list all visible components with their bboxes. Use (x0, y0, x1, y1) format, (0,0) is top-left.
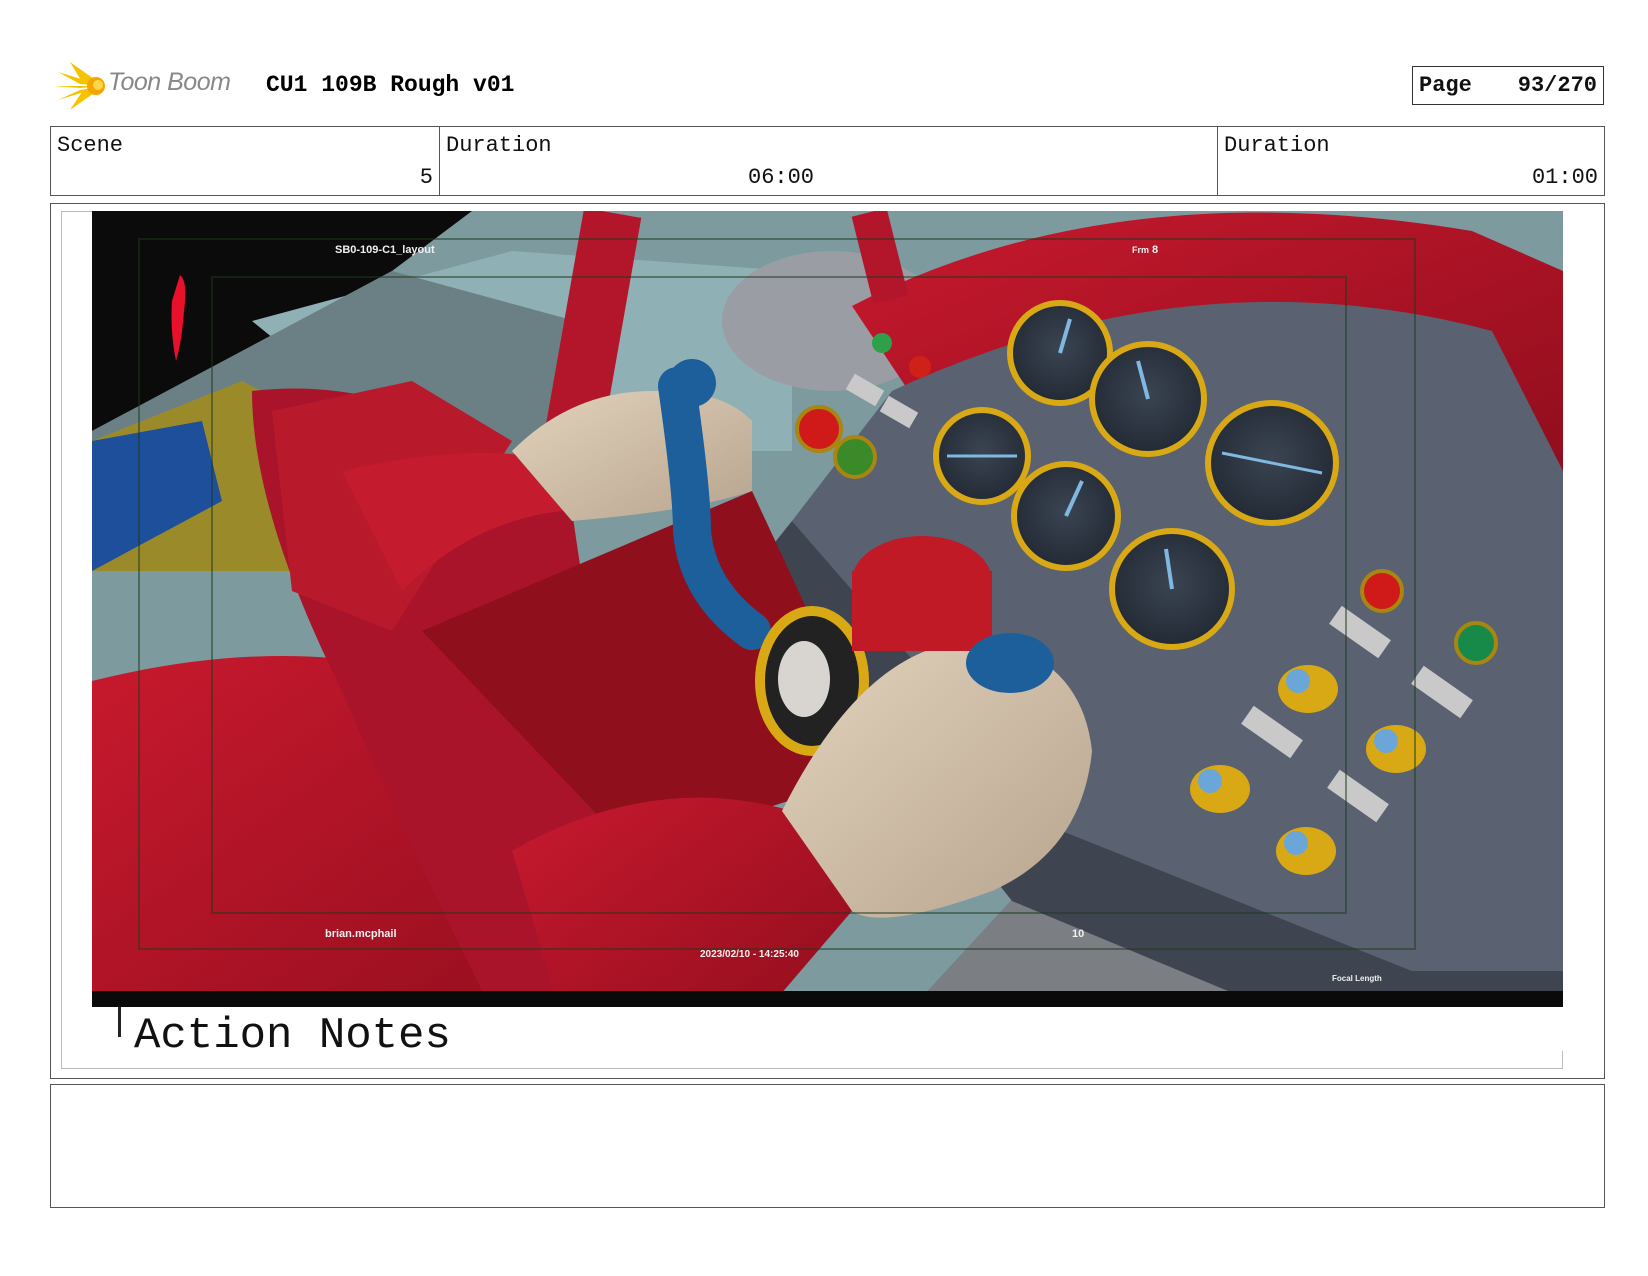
green-indicator (872, 333, 892, 353)
overlay-timestamp: 2023/02/10 - 14:25:40 (700, 949, 799, 960)
throttle-blue-cap (966, 633, 1054, 693)
gauge-6 (1109, 528, 1235, 650)
overlay-layout-name: SB0-109-C1_layout (335, 244, 435, 256)
overlay-focal-label: Focal Length (1332, 974, 1382, 983)
gauge-4 (933, 407, 1031, 505)
frame-bottom-bar (92, 991, 1563, 1007)
gauge-5 (1011, 461, 1121, 571)
logo-text: Toon Boom (108, 68, 231, 96)
storyboard-frame: SB0-109-C1_layout Frm 8 brian.mcphail 20… (92, 211, 1563, 1051)
page-indicator: Page 93/270 (1412, 66, 1604, 105)
action-notes-box (50, 1084, 1605, 1208)
cockpit-illustration: SB0-109-C1_layout Frm 8 brian.mcphail 20… (92, 211, 1563, 1051)
scene-label: Scene (57, 133, 124, 158)
green-button-right (1454, 621, 1498, 665)
panel-duration-cell: Duration 06:00 (440, 127, 1218, 195)
panel-duration-value: 06:00 (748, 165, 815, 190)
overlay-frame-label: Frm (1132, 245, 1149, 255)
overlay-focal-number: 10 (1072, 928, 1084, 940)
notes-cursor (118, 1007, 121, 1037)
scene-info-row: Scene 5 Duration 06:00 Duration 01:00 (50, 126, 1605, 196)
red-button-right (1360, 569, 1404, 613)
red-indicator (909, 356, 931, 378)
scene-value: 5 (419, 165, 433, 190)
red-button (795, 405, 843, 453)
page-label: Page (1419, 73, 1472, 98)
overlay-user-name: brian.mcphail (325, 928, 397, 940)
green-button (833, 435, 877, 479)
scene-duration-label: Duration (1224, 133, 1330, 158)
scene-cell: Scene 5 (51, 127, 440, 195)
panel-duration-label: Duration (446, 133, 552, 158)
gauge-2 (1089, 341, 1207, 457)
scene-duration-cell: Duration 01:00 (1218, 127, 1604, 195)
overlay-frame-value: 8 (1152, 244, 1158, 256)
stick-knob (668, 359, 716, 407)
document-title: CU1 109B Rough v01 (266, 72, 515, 98)
throttle-red-body (852, 571, 992, 651)
starburst-logo-icon (54, 62, 105, 110)
scene-duration-value: 01:00 (1531, 165, 1598, 190)
bleed-action-notes: Action Notes (134, 1011, 451, 1051)
stick-base-hub (778, 641, 830, 717)
gauge-3 (1205, 400, 1339, 526)
page-number: 93/270 (1517, 73, 1597, 98)
